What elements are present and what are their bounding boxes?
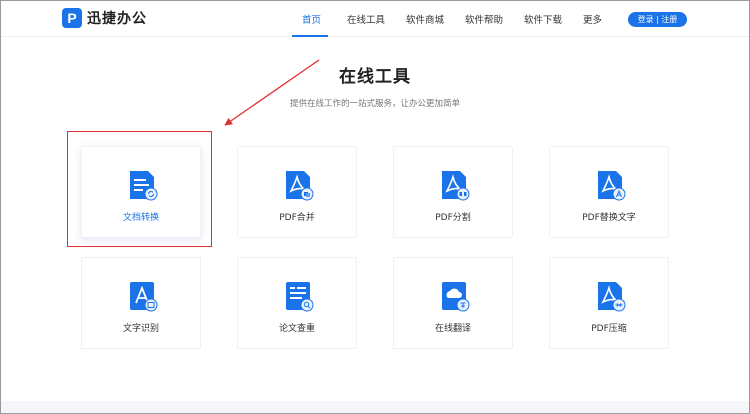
tool-card-pdf-merge[interactable]: PDF合并 [237,146,357,238]
pdf-compress-icon [598,282,626,312]
tool-card-pdf-split[interactable]: PDF分割 [393,146,513,238]
pdf-replace-text-icon [598,171,626,201]
top-navigation-bar: P 迅捷办公 首页 在线工具 软件商城 软件帮助 软件下载 更多 登录 | 注册 [1,1,749,37]
nav-item-software-help[interactable]: 软件帮助 [465,12,503,26]
pdf-split-icon [442,171,470,201]
footer-strip [1,401,749,413]
tool-card-label: PDF压缩 [591,324,627,334]
translate-icon [442,282,470,312]
ocr-icon [130,282,158,312]
nav-item-more[interactable]: 更多 [583,12,602,26]
nav-item-software-download[interactable]: 软件下载 [524,12,562,26]
nav-item-online-tools[interactable]: 在线工具 [347,12,385,26]
tool-card-label: PDF合并 [279,213,315,223]
tool-card-paper-check[interactable]: 论文查重 [237,257,357,349]
page-subtitle: 提供在线工作的一站式服务，让办公更加简单 [289,99,460,109]
nav-active-indicator [292,35,328,37]
brand-name: 迅捷办公 [87,11,147,27]
tool-card-doc-convert[interactable]: 文档转换 [81,146,201,238]
tool-card-label: 文字识别 [122,324,159,334]
nav-item-home[interactable]: 首页 [302,12,321,26]
pdf-merge-icon [286,171,314,201]
brand-logo[interactable]: P 迅捷办公 [62,8,147,28]
tool-card-label: PDF分割 [435,213,471,223]
tool-card-label: 文档转换 [122,213,159,223]
doc-convert-icon [130,171,158,201]
nav-item-software-store[interactable]: 软件商城 [406,12,444,26]
paper-check-icon [286,282,314,312]
tool-card-label: PDF替换文字 [582,213,636,223]
tool-card-pdf-compress[interactable]: PDF压缩 [549,257,669,349]
page-title: 在线工具 [339,67,411,87]
logo-mark-icon: P [62,8,82,28]
login-register-button[interactable]: 登录 | 注册 [628,12,687,27]
tool-card-label: 论文查重 [278,324,315,334]
tool-card-ocr[interactable]: 文字识别 [81,257,201,349]
tool-card-label: 在线翻译 [434,324,471,334]
tool-card-translate[interactable]: 在线翻译 [393,257,513,349]
tool-card-pdf-replace-text[interactable]: PDF替换文字 [549,146,669,238]
